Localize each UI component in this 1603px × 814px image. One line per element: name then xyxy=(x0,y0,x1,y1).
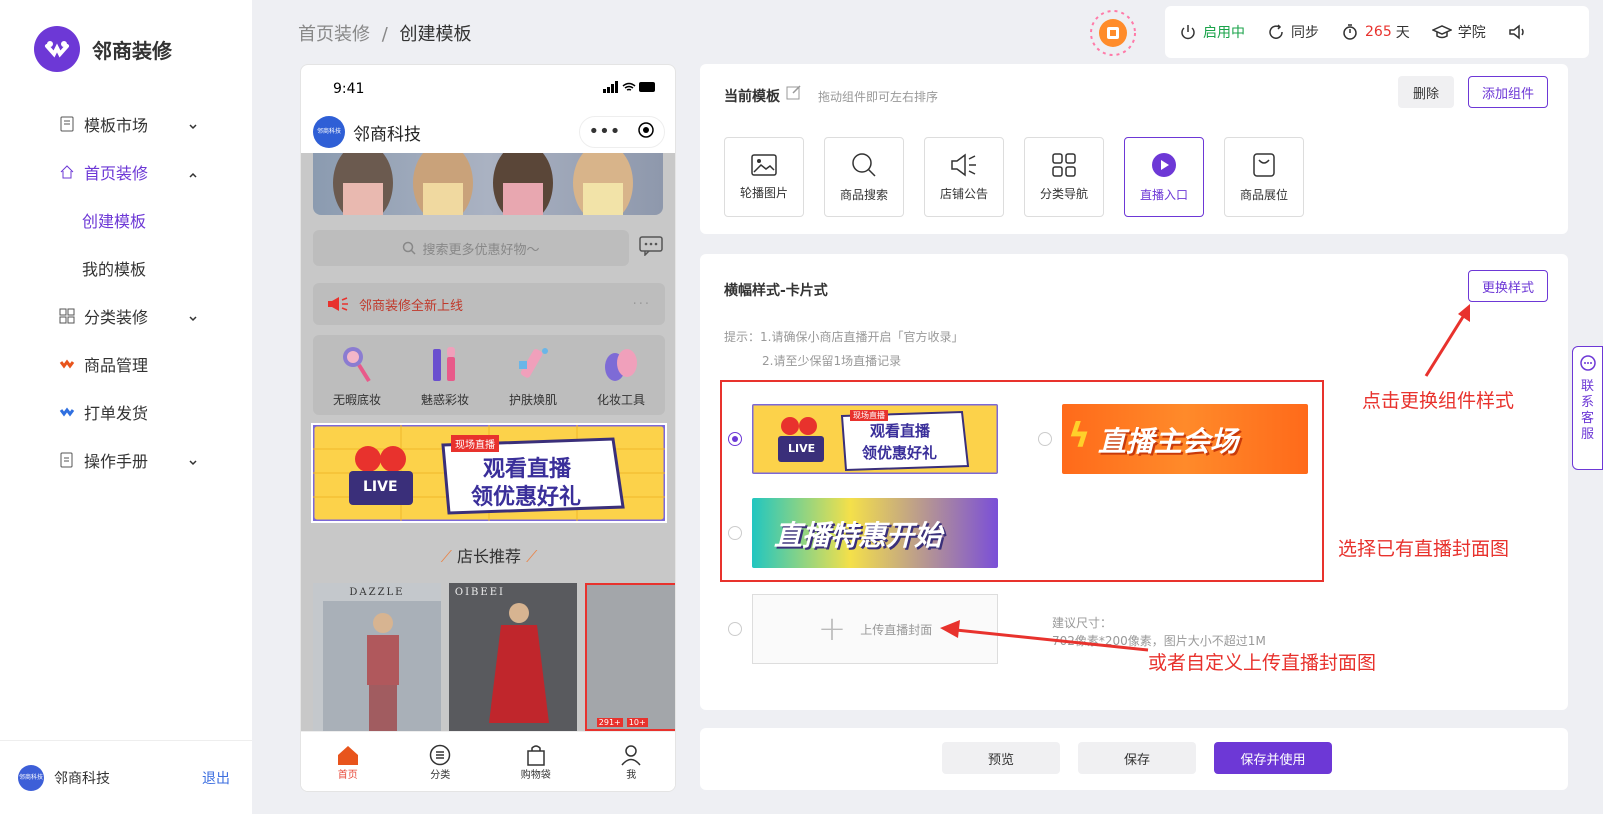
preview-button[interactable]: 预览 xyxy=(942,742,1060,774)
contact-service-button[interactable]: 联系客服 xyxy=(1572,346,1603,470)
chat-icon xyxy=(1579,355,1596,371)
annotation-arrows xyxy=(940,304,1470,652)
action-panel: 预览 保存 保存并使用 xyxy=(700,728,1568,790)
save-and-use-button[interactable]: 保存并使用 xyxy=(1214,742,1332,774)
save-button[interactable]: 保存 xyxy=(1078,742,1196,774)
